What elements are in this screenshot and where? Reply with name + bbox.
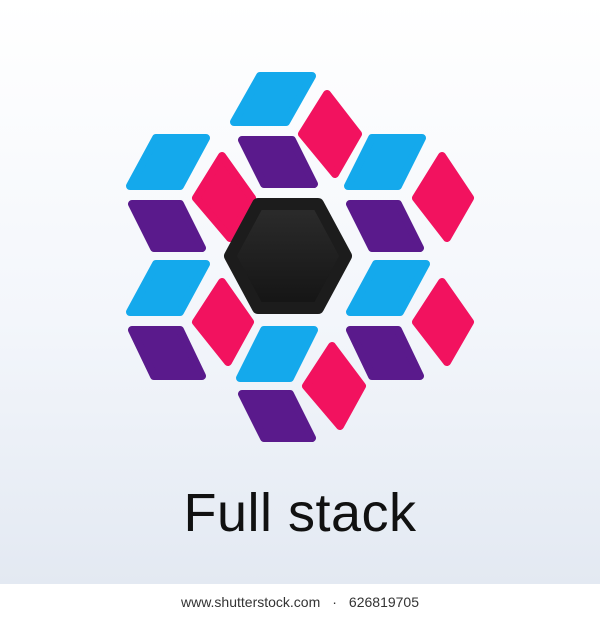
stock-footer: www.shutterstock.com · 626819705 — [0, 584, 600, 620]
blue-tile-mid-right — [346, 260, 430, 316]
center-hexagon — [224, 198, 352, 314]
footer-separator: · — [332, 594, 337, 610]
pink-tile-top — [298, 90, 362, 178]
logo-title: Full stack — [183, 483, 417, 543]
pink-tile-lower-left — [192, 278, 254, 366]
blue-tile-upper-right — [344, 134, 426, 190]
blue-tile-upper-left — [126, 134, 210, 190]
purple-tile-upper-right — [346, 200, 424, 252]
blue-tile-bottom — [236, 326, 318, 382]
purple-tile-top — [238, 136, 318, 188]
footer-image-number: 626819705 — [348, 594, 419, 610]
blue-tile-mid-left — [126, 260, 210, 316]
blue-tile-top — [230, 72, 316, 126]
purple-tile-upper-left — [128, 200, 206, 252]
purple-tile-lower-right — [346, 326, 424, 380]
logo-canvas: Full stack — [0, 0, 600, 584]
pink-tile-bottom — [302, 342, 366, 430]
purple-tile-lower-left — [128, 326, 206, 380]
pink-tile-lower-right — [412, 278, 474, 366]
purple-tile-bottom — [238, 390, 316, 442]
pink-tile-upper-right — [412, 152, 474, 242]
footer-site: www.shutterstock.com — [180, 594, 321, 610]
